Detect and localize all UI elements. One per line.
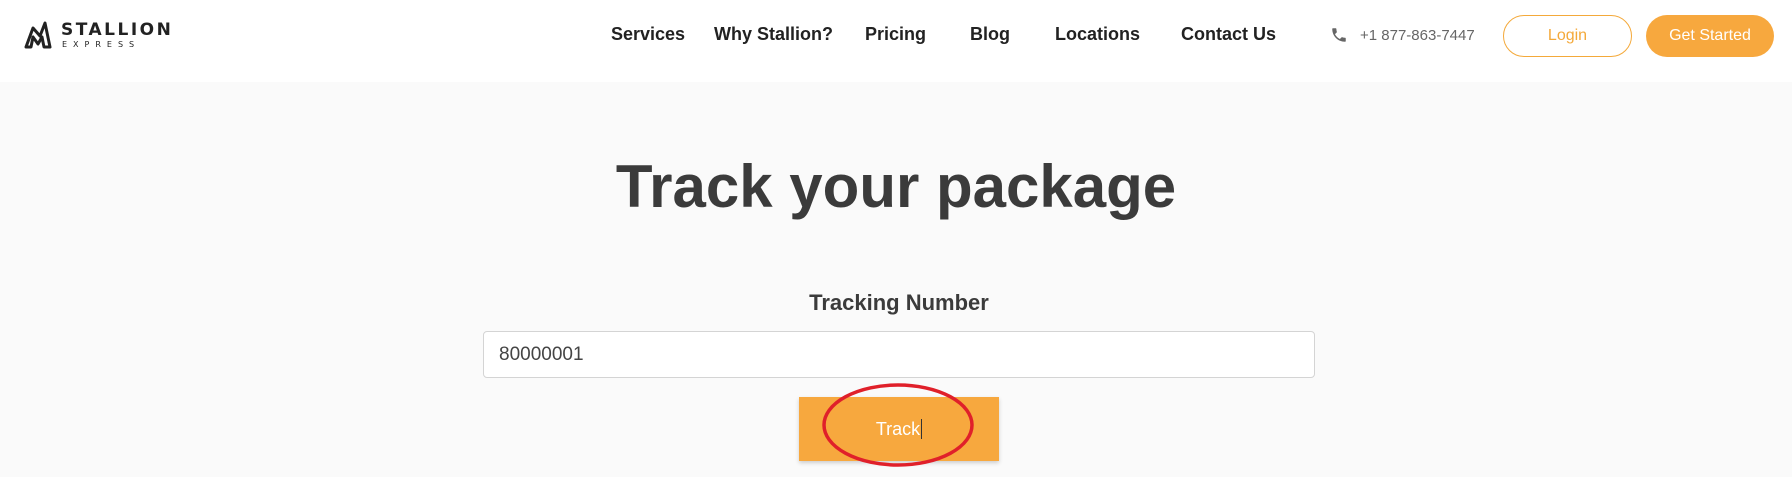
tracking-number-label: Tracking Number	[809, 290, 989, 315]
text-cursor	[921, 419, 923, 439]
login-button[interactable]: Login	[1503, 15, 1632, 57]
tracking-number-input[interactable]	[483, 331, 1315, 378]
phone-icon	[1330, 26, 1348, 44]
nav-services[interactable]: Services	[611, 24, 685, 45]
get-started-button[interactable]: Get Started	[1646, 15, 1774, 57]
stallion-logo[interactable]: STALLION EXPRESS	[23, 19, 173, 51]
track-button[interactable]: Track	[799, 397, 999, 461]
nav-contact-us[interactable]: Contact Us	[1181, 24, 1276, 45]
stallion-logo-icon	[24, 21, 52, 49]
phone-number: +1 877-863-7447	[1360, 26, 1475, 44]
nav-locations[interactable]: Locations	[1055, 24, 1140, 45]
nav-why-stallion[interactable]: Why Stallion?	[714, 24, 833, 45]
phone-link[interactable]: +1 877-863-7447	[1330, 26, 1475, 44]
logo-name: STALLION	[61, 19, 174, 40]
nav-pricing[interactable]: Pricing	[865, 24, 926, 45]
track-button-label: Track	[875, 418, 921, 439]
nav-blog[interactable]: Blog	[970, 24, 1010, 45]
site-header: STALLION EXPRESS Services Why Stallion? …	[0, 0, 1792, 82]
page-title: Track your package	[615, 153, 1177, 220]
logo-subtitle: EXPRESS	[62, 39, 141, 49]
